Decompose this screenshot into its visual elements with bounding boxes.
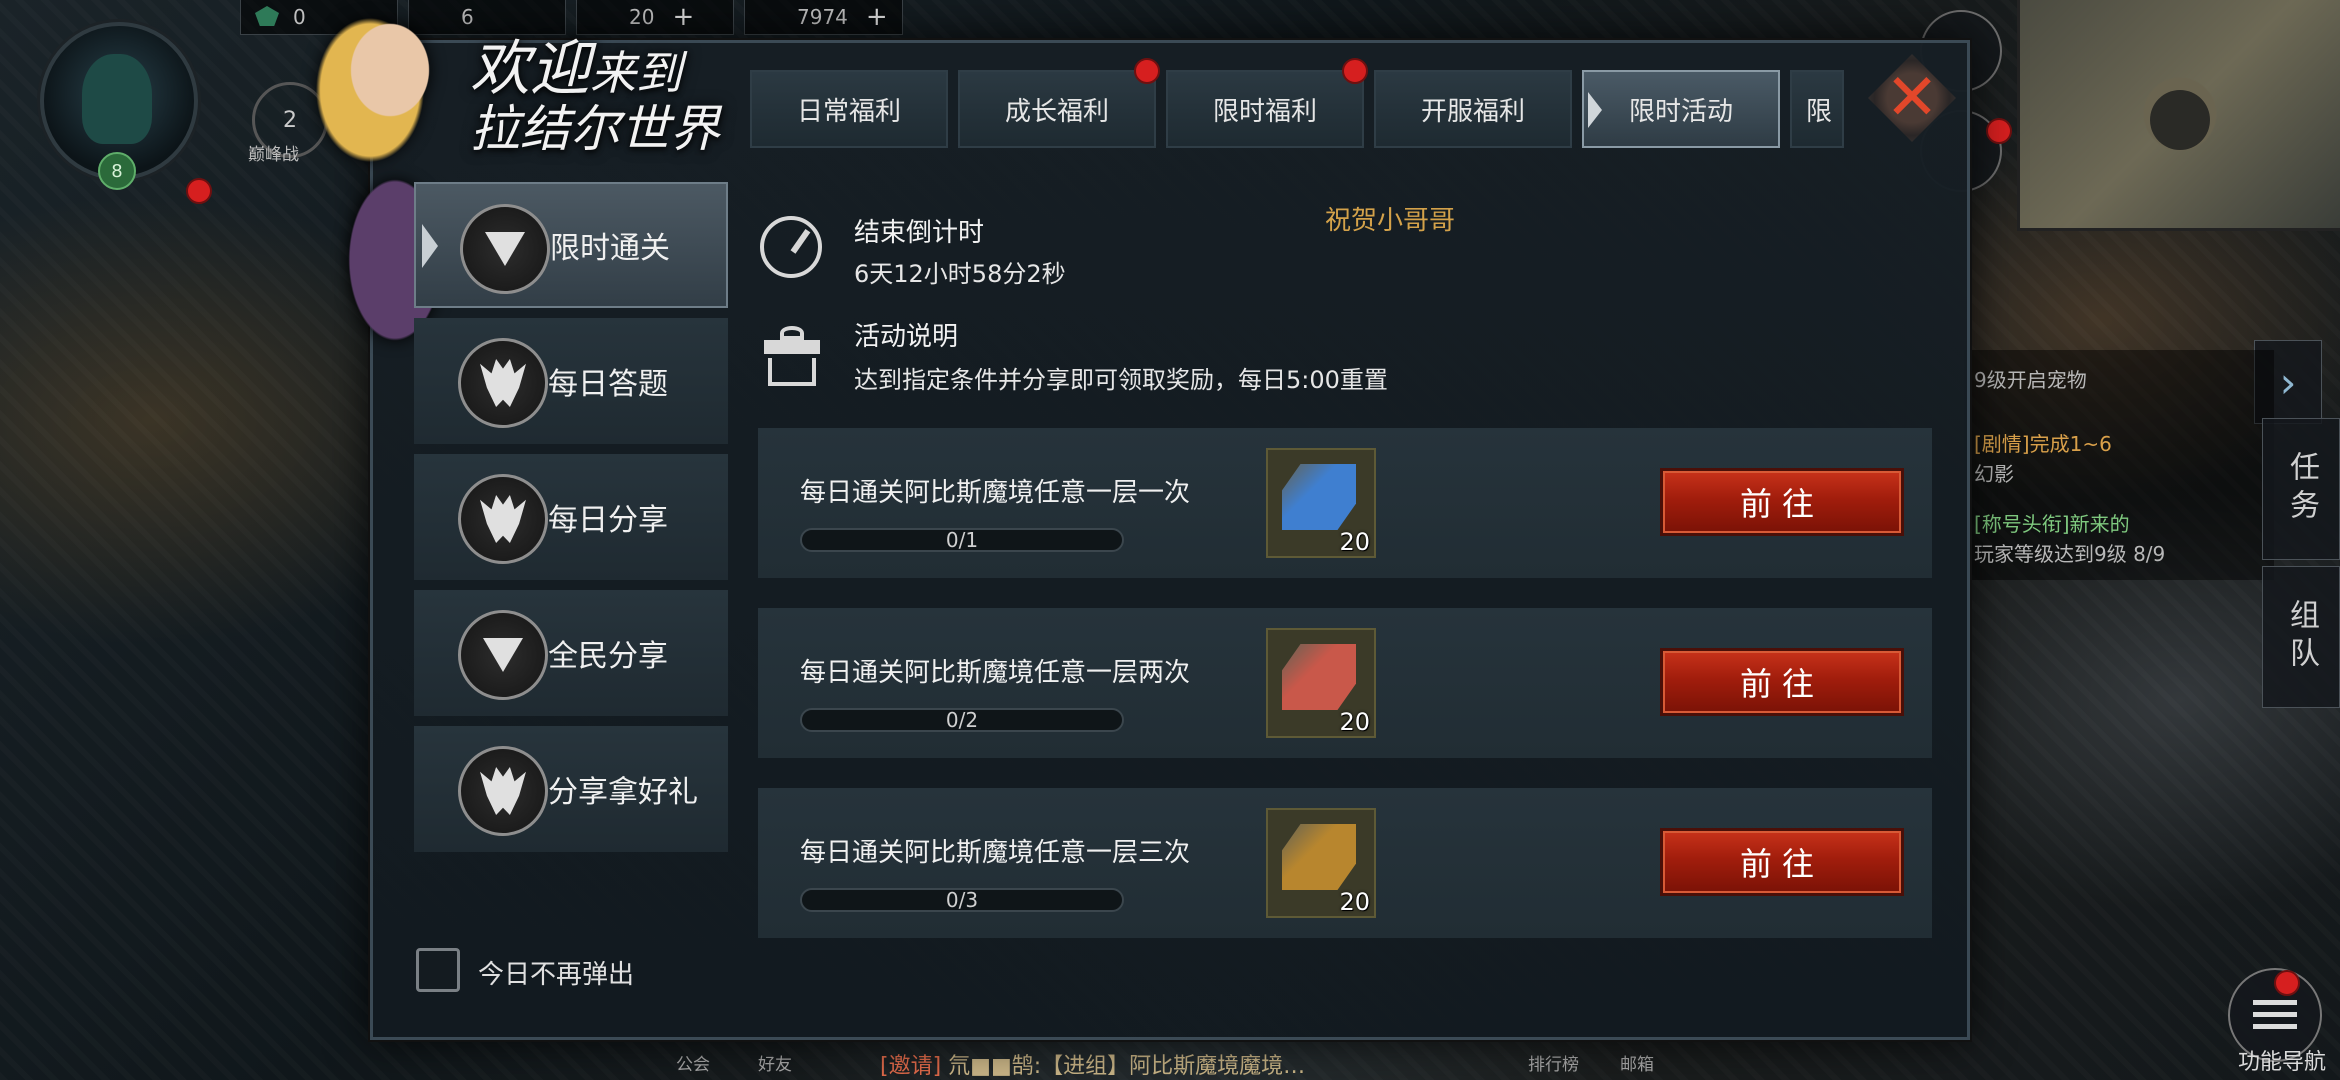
player-level-badge: 8	[98, 152, 136, 190]
task-progress-bar: 0/2	[800, 708, 1124, 732]
dont-show-today-checkbox[interactable]	[416, 948, 460, 992]
tab-growth-welfare[interactable]: 成长福利	[958, 58, 1160, 148]
gold-crystal-icon	[1282, 824, 1356, 890]
tab-daily-welfare[interactable]: 日常福利	[750, 70, 948, 148]
add-icon[interactable]: +	[866, 2, 888, 32]
peak-label: 巅峰战	[248, 145, 299, 165]
mail-label[interactable]: 邮箱	[1620, 1050, 1654, 1075]
tab-more[interactable]: 限	[1790, 70, 1844, 148]
notification-dot	[2274, 970, 2300, 996]
beast-icon	[458, 746, 548, 836]
notification-dot	[1134, 58, 1160, 84]
task-progress-bar: 0/1	[800, 528, 1124, 552]
dont-show-today-label: 今日不再弹出	[478, 960, 635, 990]
resource-gold[interactable]: 7974 +	[744, 0, 903, 35]
beast-icon	[458, 474, 548, 564]
banner-text: 祝贺小哥哥	[1325, 206, 1456, 236]
menu-item-daily-share[interactable]: 每日分享	[414, 454, 728, 580]
diamond-icon	[458, 610, 548, 700]
tab-server-open-welfare[interactable]: 开服福利	[1374, 70, 1572, 148]
team-side-tab[interactable]: 组队	[2262, 566, 2340, 708]
countdown-value: 6天12小时58分2秒	[854, 260, 1066, 288]
reward-item[interactable]: 20	[1266, 628, 1376, 738]
tab-limited-welfare[interactable]: 限时福利	[1166, 58, 1368, 148]
go-button[interactable]: 前往	[1660, 648, 1904, 716]
menu-item-daily-quiz[interactable]: 每日答题	[414, 318, 728, 444]
ranking-label[interactable]: 排行榜	[1528, 1050, 1579, 1075]
task-progress-bar: 0/3	[800, 888, 1124, 912]
resource-treasure[interactable]: 20 +	[576, 0, 734, 35]
menu-icon	[2253, 1000, 2297, 1030]
task-side-tab[interactable]: 任务	[2262, 418, 2340, 560]
reward-item[interactable]: 20	[1266, 808, 1376, 918]
notification-dot	[1342, 58, 1368, 84]
go-button[interactable]: 前往	[1660, 468, 1904, 536]
gift-icon	[764, 326, 820, 386]
beast-icon	[458, 338, 548, 428]
description-value: 达到指定条件并分享即可领取奖励，每日5:00重置	[854, 366, 1388, 394]
minimap[interactable]	[2017, 0, 2340, 231]
notification-dot	[1986, 118, 2012, 144]
emerald-icon	[255, 6, 279, 26]
event-menu: 限时通关 每日答题 每日分享 全民分享 分享拿好礼	[414, 182, 728, 862]
task-row: 每日通关阿比斯魔境任意一层三次 0/3 20 前往	[758, 788, 1932, 938]
task-row: 每日通关阿比斯魔境任意一层一次 0/1 20 前往	[758, 428, 1932, 578]
task-row: 每日通关阿比斯魔境任意一层两次 0/2 20 前往	[758, 608, 1932, 758]
function-nav-label: 功能导航	[2237, 1050, 2326, 1075]
tab-limited-event[interactable]: 限时活动	[1582, 70, 1780, 148]
menu-item-limited-clear[interactable]: 限时通关	[414, 182, 728, 308]
chat-preview[interactable]: [邀请] 氘■■鹄:【进组】阿比斯魔境魔境…	[880, 1048, 1305, 1080]
menu-item-public-share[interactable]: 全民分享	[414, 590, 728, 716]
guild-label[interactable]: 公会	[676, 1050, 710, 1075]
menu-item-share-gift[interactable]: 分享拿好礼	[414, 726, 728, 852]
crystal-icon	[1282, 464, 1356, 530]
paw-crystal-icon	[1282, 644, 1356, 710]
diamond-icon	[460, 204, 550, 294]
add-icon[interactable]: +	[672, 2, 694, 32]
description-label: 活动说明	[854, 322, 959, 352]
welfare-tabs: 日常福利 成长福利 限时福利 开服福利 限时活动 限	[750, 58, 1844, 150]
quest-tracker[interactable]: 9级开启宠物 [剧情]完成1~6 幻影 [称号头衔]新来的 玩家等级达到9级 8…	[1964, 350, 2274, 580]
welcome-title: 欢迎来到 拉结尔世界	[470, 34, 720, 158]
notification-dot	[186, 178, 212, 204]
countdown-label: 结束倒计时	[854, 218, 985, 248]
friends-label[interactable]: 好友	[758, 1050, 792, 1075]
timer-icon	[760, 216, 822, 278]
go-button[interactable]: 前往	[1660, 828, 1904, 896]
reward-item[interactable]: 20	[1266, 448, 1376, 558]
